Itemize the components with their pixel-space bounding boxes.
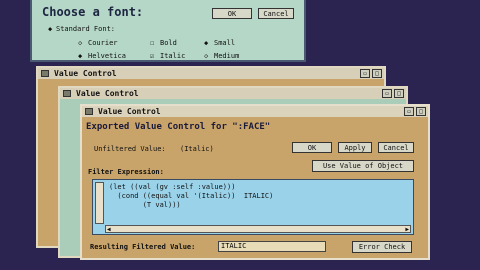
checkbox-icon: ☑ [150,52,155,60]
checkbox-icon: ☐ [150,39,155,47]
radio-icon: ◆ [48,25,53,33]
resulting-filtered-label: Resulting Filtered Value: [90,243,196,251]
option-courier[interactable]: Courier [88,39,118,48]
error-check-button[interactable]: Error Check [352,241,412,253]
window-menu-icon[interactable] [63,90,71,97]
arrow-right-icon[interactable]: ▶ [405,225,409,234]
font-ok-button[interactable]: OK [212,8,252,19]
window-title-bar: Value Control ▭ □ [60,88,406,99]
minimize-icon[interactable]: ▭ [382,89,392,98]
unfiltered-value: (Italic) [180,145,214,153]
maximize-icon[interactable]: □ [372,69,382,78]
minimize-icon[interactable]: ▭ [404,107,414,116]
resulting-filtered-value: ITALIC [218,241,326,252]
code-line: (T val))) [109,201,181,209]
window-title: Value Control [98,107,161,116]
window-menu-icon[interactable] [85,108,93,115]
standard-fonts-label: Standard Font: [56,25,116,33]
maximize-icon[interactable]: □ [394,89,404,98]
apply-button[interactable]: Apply [338,142,372,153]
window-heading: Exported Value Control for ":FACE" [86,122,271,132]
unfiltered-label: Unfiltered Value: [94,145,166,153]
code-line: (let ((val (gv :self :value))) [109,183,236,191]
minimize-icon[interactable]: ▭ [360,69,370,78]
filter-expression-label: Filter Expression: [88,168,164,176]
option-bold[interactable]: Bold [160,39,177,48]
option-italic[interactable]: Italic [160,52,185,61]
font-cancel-button[interactable]: Cancel [258,8,294,19]
cancel-button[interactable]: Cancel [378,142,414,153]
window-title: Value Control [54,69,117,78]
radio-icon: ◆ [78,52,83,60]
window-title-bar: Value Control ▭ □ [38,68,384,79]
window-title-bar: Value Control ▭ □ [82,106,428,117]
option-small[interactable]: Small [214,39,235,48]
option-medium[interactable]: Medium [214,52,239,61]
window-menu-icon[interactable] [41,70,49,77]
use-value-of-object-button[interactable]: Use Value of Object [312,160,414,172]
editor-scrollbar[interactable] [95,182,104,224]
value-control-window-front: Value Control ▭ □ Exported Value Control… [80,104,430,260]
code-line: (cond ((equal val '(Italic)) ITALIC) [109,192,274,200]
font-dialog: Choose a font: OK Cancel Standard Font: … [30,0,306,62]
font-dialog-title: Choose a font: [42,5,144,19]
arrow-left-icon[interactable]: ◀ [107,225,111,234]
maximize-icon[interactable]: □ [416,107,426,116]
window-title: Value Control [76,89,139,98]
ok-button[interactable]: OK [292,142,332,153]
radio-icon: ◇ [78,39,83,47]
option-helvetica[interactable]: Helvetica [88,52,126,61]
radio-icon: ◇ [204,52,209,60]
horizontal-scrollbar[interactable]: ◀ ▶ [105,225,411,233]
radio-icon: ◆ [204,39,209,47]
filter-expression-editor[interactable]: (let ((val (gv :self :value))) (cond ((e… [92,179,414,235]
